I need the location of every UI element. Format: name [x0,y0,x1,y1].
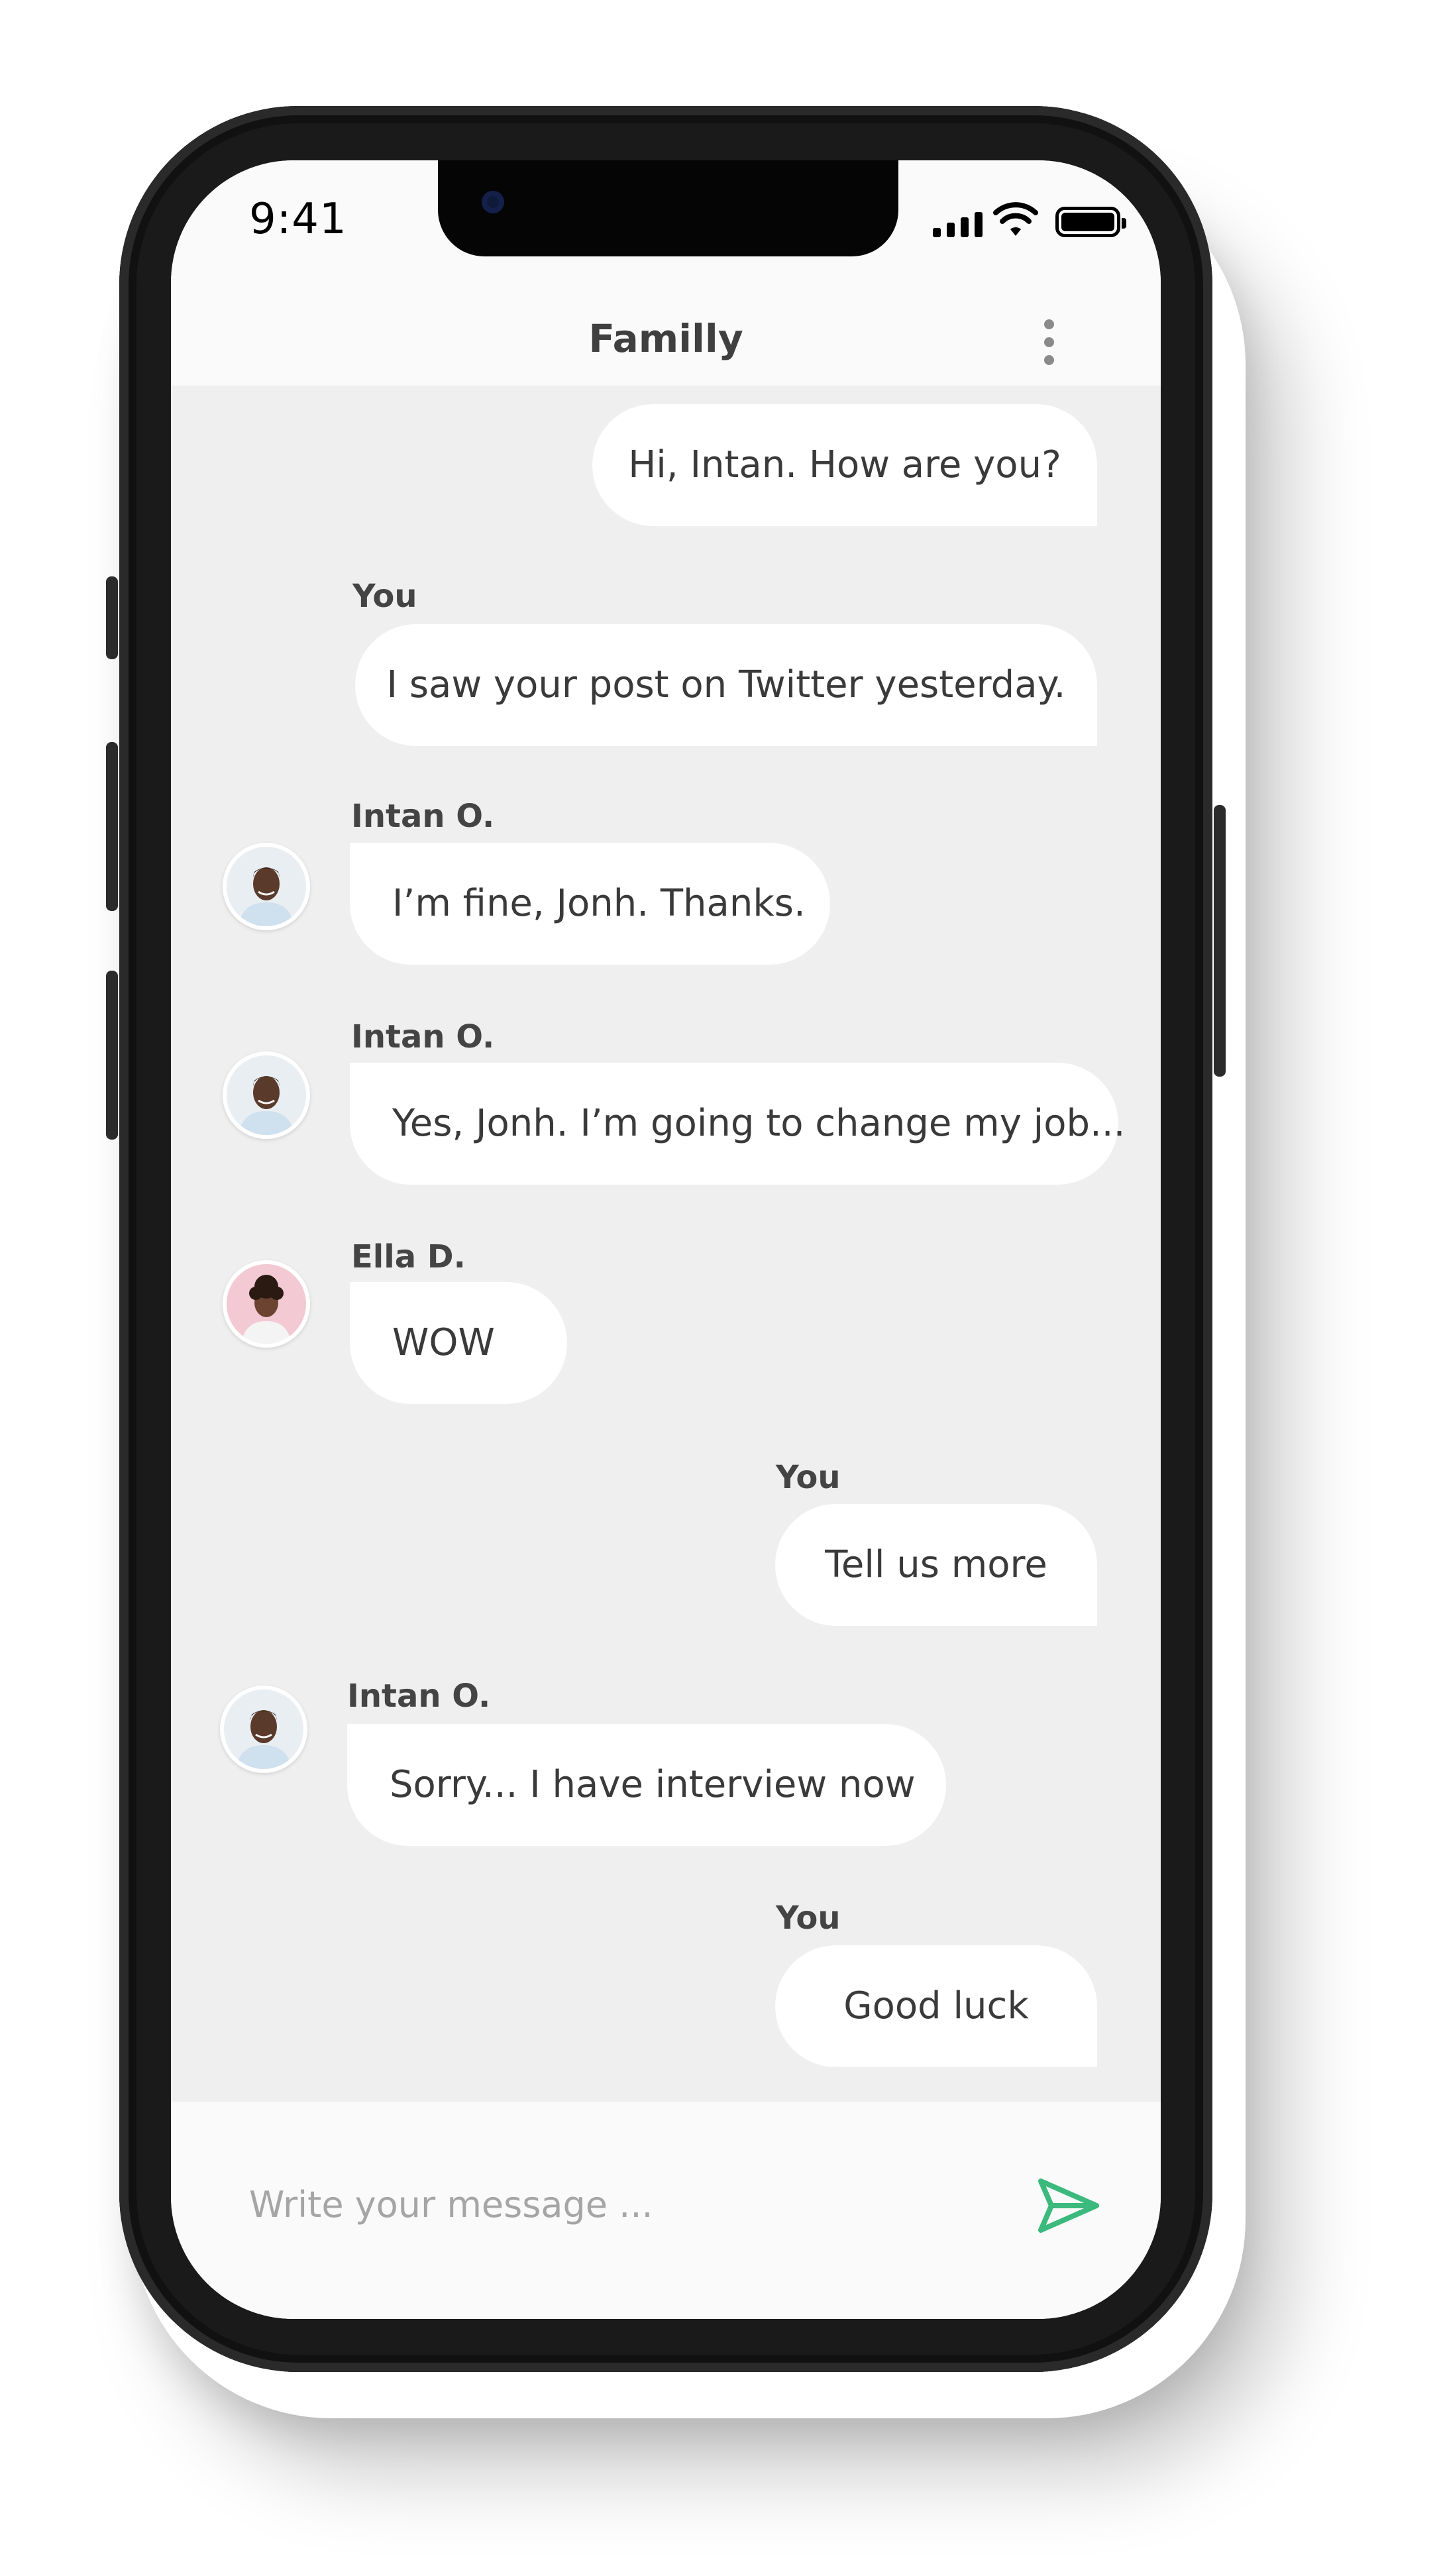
volume-down-button [106,971,118,1140]
chat-title: Familly [588,316,743,361]
message-bubble[interactable]: Yes, Jonh. I’m going to change my job... [350,1063,1125,1185]
wifi-icon [993,202,1038,236]
sender-name: Ella D. [351,1238,466,1275]
message-text: Tell us more [825,1543,1047,1586]
chat-header: Familly [171,286,1161,386]
message-text: WOW [392,1321,495,1364]
message-text: I’m fine, Jonh. Thanks. [392,882,806,925]
sender-name: You [776,1900,841,1937]
message-bubble[interactable]: I’m fine, Jonh. Thanks. [350,843,830,965]
send-icon[interactable] [1036,2176,1102,2235]
sender-name: Intan O. [351,798,495,835]
avatar-intan [220,1686,307,1773]
message-text: Hi, Intan. How are you? [628,443,1061,486]
message-bubble[interactable]: WOW [350,1282,567,1404]
message-bubble[interactable]: Good luck [775,1945,1097,2067]
message-text: Sorry... I have interview now [390,1763,916,1806]
battery-icon [1055,207,1126,237]
avatar-intan [223,1051,310,1139]
message-text: Yes, Jonh. I’m going to change my job... [392,1102,1126,1145]
more-vertical-icon[interactable] [1039,319,1059,372]
mute-switch [106,576,118,659]
status-time: 9:41 [249,195,347,244]
power-button [1214,805,1226,1077]
phone-screen: 9:41 Familly Hi, Intan. How are you? You… [171,160,1161,2319]
message-text: Good luck [843,1984,1029,2027]
message-bubble[interactable]: Hi, Intan. How are you? [592,404,1097,526]
avatar-intan [223,843,310,930]
camera-notch [438,160,898,256]
message-bubble[interactable]: Sorry... I have interview now [347,1724,946,1846]
sender-name: Intan O. [347,1678,491,1715]
message-input[interactable] [249,2178,912,2231]
sender-name: You [776,1459,841,1496]
message-list[interactable]: Hi, Intan. How are you? You I saw your p… [171,386,1161,2102]
message-composer [171,2102,1161,2319]
message-text: I saw your post on Twitter yesterday. [386,663,1066,706]
sender-name: You [352,578,417,615]
message-bubble[interactable]: Tell us more [775,1504,1097,1626]
cellular-signal-icon [933,212,983,237]
message-bubble[interactable]: I saw your post on Twitter yesterday. [355,624,1097,746]
avatar-ella [223,1260,310,1348]
volume-up-button [106,742,118,911]
sender-name: Intan O. [351,1018,495,1055]
